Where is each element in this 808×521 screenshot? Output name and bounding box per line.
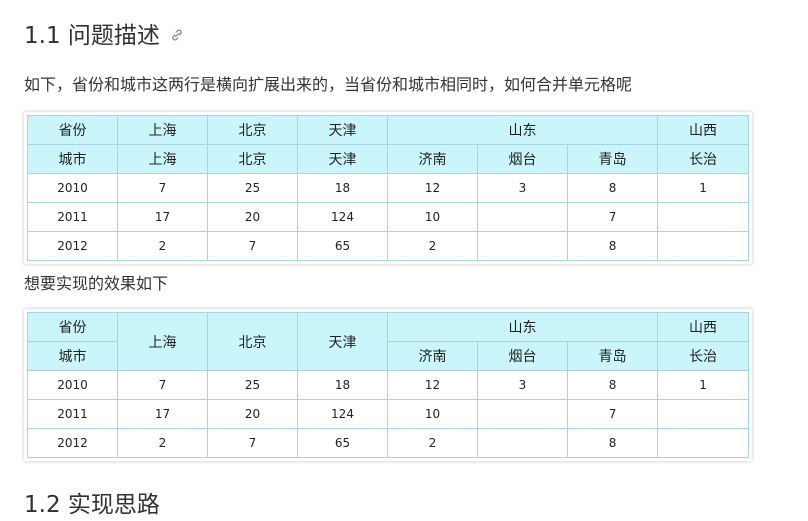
caption-paragraph: 想要实现的效果如下 <box>24 274 169 293</box>
table-cell: 25 <box>207 370 298 400</box>
header-cell: 烟台 <box>477 144 568 174</box>
table-cell: 65 <box>297 231 388 261</box>
table-cell: 3 <box>477 173 568 203</box>
header-cell: 青岛 <box>566 144 659 174</box>
table-row: 2010 7 25 18 12 3 8 1 <box>27 173 750 203</box>
table-cell: 10 <box>387 202 478 232</box>
table-cell: 3 <box>477 370 568 400</box>
table-cell: 12 <box>387 370 478 400</box>
header-cell: 北京 <box>207 312 298 371</box>
table-row: 2011 17 20 124 10 7 <box>27 202 750 232</box>
table-cell: 20 <box>207 399 298 429</box>
header-cell: 天津 <box>297 144 388 174</box>
header-cell: 山西 <box>657 115 750 145</box>
header-cell: 城市 <box>27 144 118 174</box>
header-cell: 上海 <box>117 312 208 371</box>
table-cell <box>657 202 750 232</box>
section-heading: 1.1 问题描述 <box>24 20 184 53</box>
table-row: 2012 2 7 65 2 8 <box>27 428 750 458</box>
header-cell: 山西 <box>657 312 750 342</box>
table-cell: 7 <box>566 202 659 232</box>
table-cell: 18 <box>297 173 388 203</box>
header-cell: 青岛 <box>566 341 659 371</box>
table-cell: 2010 <box>27 370 118 400</box>
table-cell: 12 <box>387 173 478 203</box>
table-original: 省份 上海 北京 天津 山东 山西 城市 上海 北京 天津 济南 烟台 青岛 长… <box>24 112 752 264</box>
header-cell: 上海 <box>117 115 208 145</box>
data-table: 省份 上海 北京 天津 山东 山西 城市 上海 北京 天津 济南 烟台 青岛 长… <box>27 115 750 261</box>
table-cell: 17 <box>117 202 208 232</box>
table-cell: 7 <box>117 173 208 203</box>
table-cell <box>657 428 750 458</box>
table-cell: 124 <box>297 399 388 429</box>
table-cell <box>477 231 568 261</box>
table-cell: 7 <box>207 231 298 261</box>
link-icon[interactable] <box>170 19 184 51</box>
table-cell: 2 <box>387 231 478 261</box>
header-cell: 城市 <box>27 341 118 371</box>
header-cell: 济南 <box>387 341 478 371</box>
city-row: 城市 上海 北京 天津 济南 烟台 青岛 长治 <box>27 144 750 174</box>
table-cell <box>657 399 750 429</box>
province-row: 省份 上海 北京 天津 山东 山西 <box>27 115 750 145</box>
table-merged: 省份 上海 北京 天津 山东 山西 城市 济南 烟台 青岛 长治 2010 7 … <box>24 309 752 461</box>
header-cell: 长治 <box>657 144 750 174</box>
header-cell: 山东 <box>386 115 659 145</box>
table-cell <box>657 231 750 261</box>
table-cell: 1 <box>657 370 750 400</box>
header-cell: 北京 <box>207 144 298 174</box>
header-cell: 烟台 <box>477 341 568 371</box>
header-cell: 山东 <box>386 312 659 342</box>
table-cell: 2012 <box>27 428 118 458</box>
table-row: 2012 2 7 65 2 8 <box>27 231 750 261</box>
table-row: 2010 7 25 18 12 3 8 1 <box>27 370 750 400</box>
header-cell: 省份 <box>27 115 118 145</box>
header-cell: 北京 <box>207 115 298 145</box>
province-row: 省份 上海 北京 天津 山东 山西 <box>27 312 750 371</box>
table-cell: 8 <box>566 173 659 203</box>
table-cell <box>477 399 568 429</box>
data-table: 省份 上海 北京 天津 山东 山西 城市 济南 烟台 青岛 长治 2010 7 … <box>27 312 750 458</box>
header-cell: 上海 <box>117 144 208 174</box>
table-cell: 8 <box>566 428 659 458</box>
table-cell: 7 <box>207 428 298 458</box>
table-cell: 1 <box>657 173 750 203</box>
table-cell: 7 <box>117 370 208 400</box>
header-cell: 省份 <box>27 312 118 342</box>
table-cell: 2011 <box>27 399 118 429</box>
table-cell: 8 <box>566 231 659 261</box>
table-cell: 18 <box>297 370 388 400</box>
table-row: 2011 17 20 124 10 7 <box>27 399 750 429</box>
table-cell: 2 <box>117 231 208 261</box>
table-cell: 2 <box>117 428 208 458</box>
table-cell <box>477 428 568 458</box>
table-cell: 20 <box>207 202 298 232</box>
table-cell: 17 <box>117 399 208 429</box>
intro-paragraph: 如下，省份和城市这两行是横向扩展出来的，当省份和城市相同时，如何合并单元格呢 <box>24 75 633 94</box>
table-cell: 65 <box>297 428 388 458</box>
header-cell: 济南 <box>387 144 478 174</box>
heading-text: 1.1 问题描述 <box>24 23 160 49</box>
header-cell: 长治 <box>657 341 750 371</box>
header-cell: 天津 <box>297 312 388 371</box>
table-cell: 2 <box>387 428 478 458</box>
header-cell: 天津 <box>297 115 388 145</box>
next-section-heading: 1.2 实现思路 <box>24 492 160 518</box>
table-cell: 2011 <box>27 202 118 232</box>
table-cell: 2012 <box>27 231 118 261</box>
table-cell <box>477 202 568 232</box>
table-cell: 7 <box>566 399 659 429</box>
table-cell: 8 <box>566 370 659 400</box>
table-cell: 124 <box>297 202 388 232</box>
table-cell: 10 <box>387 399 478 429</box>
table-cell: 2010 <box>27 173 118 203</box>
table-cell: 25 <box>207 173 298 203</box>
